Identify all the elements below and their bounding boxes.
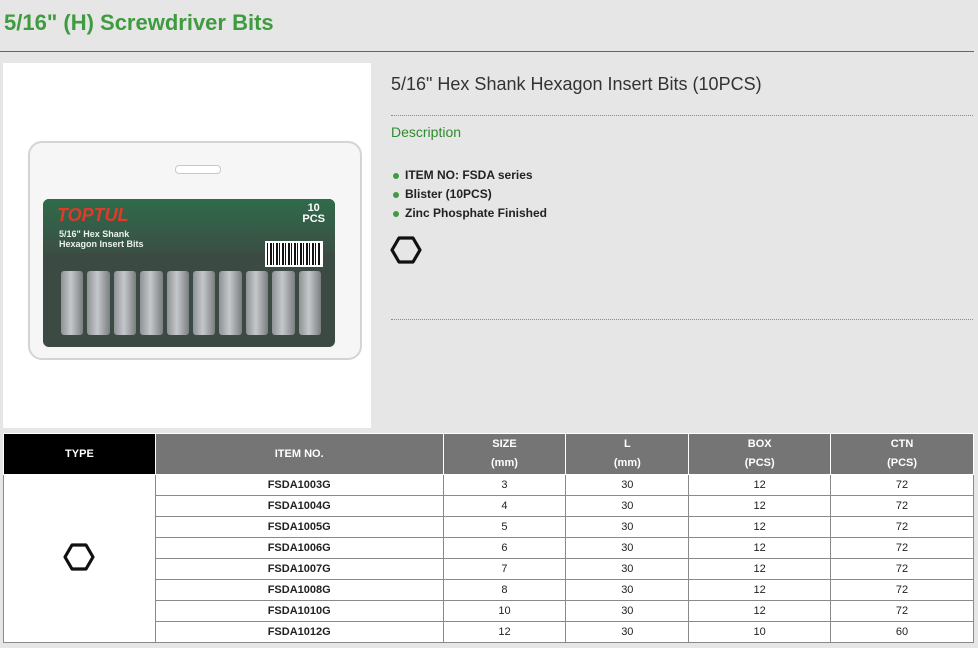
table-cell: 12 bbox=[688, 537, 832, 559]
table-cell: 72 bbox=[830, 537, 974, 559]
feature-list: ITEM NO: FSDA series Blister (10PCS) Zin… bbox=[391, 166, 547, 223]
table-cell: 30 bbox=[565, 516, 690, 538]
table-cell: 12 bbox=[442, 621, 567, 643]
table-cell: 30 bbox=[565, 621, 690, 643]
item-number-cell: FSDA1005G bbox=[154, 516, 444, 538]
bullet-icon bbox=[393, 172, 399, 179]
page-title: 5/16" (H) Screwdriver Bits bbox=[4, 10, 274, 35]
column-header: TYPE bbox=[3, 433, 156, 475]
feature-item: Zinc Phosphate Finished bbox=[391, 204, 547, 223]
item-number-cell: FSDA1008G bbox=[154, 579, 444, 601]
bullet-icon bbox=[393, 210, 399, 217]
product-name: 5/16" Hex Shank Hexagon Insert Bits (10P… bbox=[391, 74, 762, 94]
item-number-cell: FSDA1006G bbox=[154, 537, 444, 559]
table-cell: 4 bbox=[442, 495, 567, 517]
item-number-cell: FSDA1003G bbox=[154, 474, 444, 496]
table-cell: 6 bbox=[442, 537, 567, 559]
table-cell: 72 bbox=[830, 495, 974, 517]
table-cell: 72 bbox=[830, 600, 974, 622]
feature-item: ITEM NO: FSDA series bbox=[391, 166, 547, 185]
table-cell: 30 bbox=[565, 600, 690, 622]
table-cell: 30 bbox=[565, 579, 690, 601]
table-cell: 30 bbox=[565, 558, 690, 580]
table-cell: 30 bbox=[565, 495, 690, 517]
hexagon-icon bbox=[63, 543, 96, 571]
table-cell: 3 bbox=[442, 474, 567, 496]
table-cell: 10 bbox=[442, 600, 567, 622]
table-cell: 10 bbox=[688, 621, 832, 643]
product-card: TOPTUL 10 PCS 5/16" Hex Shank Hexagon In… bbox=[43, 199, 335, 347]
table-cell: 60 bbox=[830, 621, 974, 643]
bullet-icon bbox=[393, 191, 399, 198]
spec-table: TYPE ITEM NO. SIZE (mm) L (mm) BOX (PCS) CT… bbox=[3, 433, 974, 643]
table-cell: 30 bbox=[565, 537, 690, 559]
column-header: BOX (PCS) bbox=[688, 433, 832, 475]
table-cell: 12 bbox=[688, 495, 832, 517]
table-cell: 12 bbox=[688, 558, 832, 580]
blister-pack: TOPTUL 10 PCS 5/16" Hex Shank Hexagon In… bbox=[28, 141, 362, 360]
hexagon-icon bbox=[390, 236, 422, 264]
table-cell: 72 bbox=[830, 516, 974, 538]
divider bbox=[391, 319, 973, 320]
table-cell: 72 bbox=[830, 558, 974, 580]
description-label: Description bbox=[391, 124, 462, 140]
product-image: TOPTUL 10 PCS 5/16" Hex Shank Hexagon In… bbox=[3, 63, 371, 428]
table-cell: 30 bbox=[565, 474, 690, 496]
column-header: ITEM NO. bbox=[154, 433, 444, 475]
quantity-tag: 10 PCS bbox=[302, 202, 325, 225]
divider bbox=[391, 115, 973, 116]
table-row: FSDA1003G 3 30 12 72 bbox=[3, 474, 974, 643]
column-header: L (mm) bbox=[565, 433, 690, 475]
item-number-cell: FSDA1007G bbox=[154, 558, 444, 580]
hang-hole bbox=[175, 165, 221, 174]
table-cell: 72 bbox=[830, 579, 974, 601]
item-number-cell: FSDA1010G bbox=[154, 600, 444, 622]
table-cell: 8 bbox=[442, 579, 567, 601]
feature-item: Blister (10PCS) bbox=[391, 185, 547, 204]
table-cell: 72 bbox=[830, 474, 974, 496]
table-cell: 5 bbox=[442, 516, 567, 538]
type-cell bbox=[3, 474, 156, 643]
column-header: CTN (PCS) bbox=[830, 433, 974, 475]
item-number-cell: FSDA1004G bbox=[154, 495, 444, 517]
table-cell: 12 bbox=[688, 516, 832, 538]
card-text: 5/16" Hex Shank Hexagon Insert Bits bbox=[59, 229, 144, 249]
column-header: SIZE (mm) bbox=[442, 433, 567, 475]
table-cell: 12 bbox=[688, 474, 832, 496]
brand-logo: TOPTUL bbox=[57, 205, 129, 225]
item-number-cell: FSDA1012G bbox=[154, 621, 444, 643]
table-header-row: TYPE ITEM NO. SIZE (mm) L (mm) BOX (PCS) CT… bbox=[3, 433, 974, 475]
bits-row bbox=[61, 271, 322, 335]
barcode bbox=[265, 241, 323, 267]
table-cell: 12 bbox=[688, 600, 832, 622]
table-cell: 12 bbox=[688, 579, 832, 601]
title-divider bbox=[0, 51, 974, 52]
table-cell: 7 bbox=[442, 558, 567, 580]
